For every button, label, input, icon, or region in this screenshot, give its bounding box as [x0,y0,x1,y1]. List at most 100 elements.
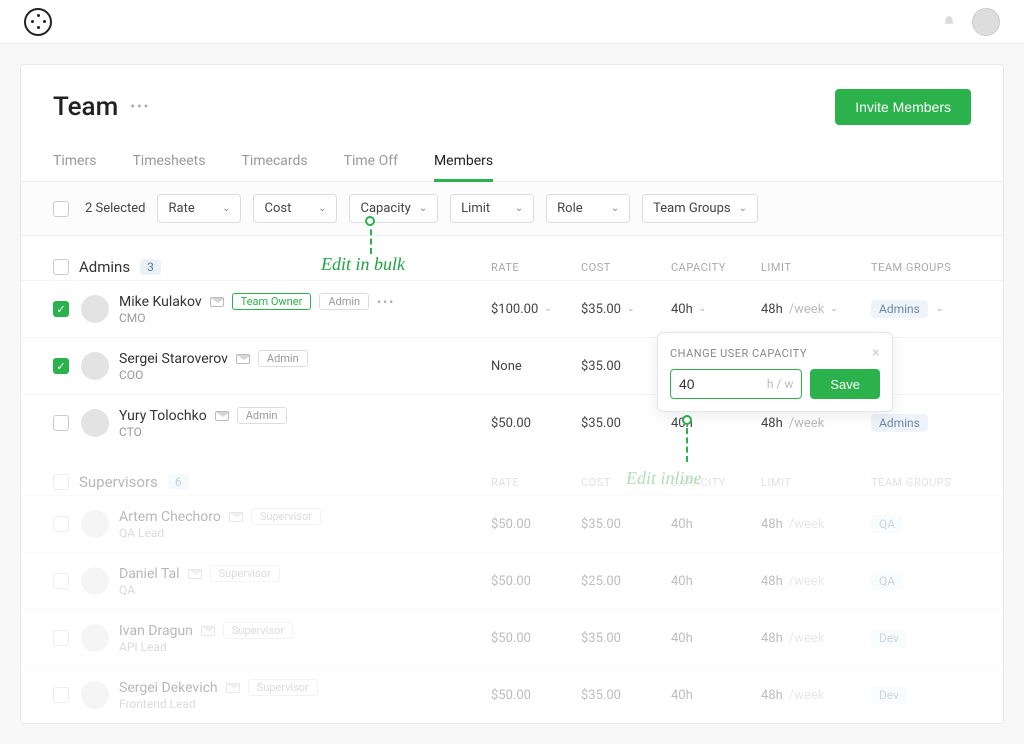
row-checkbox[interactable]: ✓ [53,301,69,317]
chevron-down-icon: ⌄ [318,203,326,214]
app-logo[interactable] [24,8,52,36]
rate-value[interactable]: $50.00 [491,574,581,589]
limit-value[interactable]: 48h/week [761,416,871,431]
member-subtitle: CTO [119,425,287,439]
more-menu-icon[interactable]: ••• [130,99,150,115]
role-tag: Supervisor [248,679,318,696]
tab-timesheets[interactable]: Timesheets [132,143,205,181]
capacity-value[interactable]: 40h [671,574,761,589]
capacity-value[interactable]: 40h⌄ [671,302,761,317]
group-checkbox[interactable] [53,259,69,275]
cost-value[interactable]: $35.00⌄ [581,302,671,317]
cost-value[interactable]: $25.00 [581,574,671,589]
tab-timers[interactable]: Timers [53,143,96,181]
teamgroup-value[interactable]: Admins [871,414,971,432]
group-count-badge: 6 [168,474,189,490]
group-checkbox[interactable] [53,474,69,490]
row-checkbox[interactable] [53,630,69,646]
member-subtitle: QA [119,583,280,597]
teamgroup-value[interactable]: Dev [871,686,971,704]
bulk-capacity-dropdown[interactable]: Capacity⌄ [349,194,438,223]
member-subtitle: CMO [119,311,395,325]
capacity-value[interactable]: 40h [671,688,761,703]
member-avatar [81,352,109,380]
capacity-popover: CHANGE USER CAPACITY × h / w Save [657,332,893,412]
close-icon[interactable]: × [872,345,880,361]
col-teamgroups: TEAM GROUPS [871,261,971,274]
col-teamgroups: TEAM GROUPS [871,476,971,489]
row-checkbox[interactable] [53,573,69,589]
bulk-limit-dropdown[interactable]: Limit⌄ [450,194,534,223]
rate-value[interactable]: $100.00⌄ [491,302,581,317]
role-tag: Supervisor [210,565,280,582]
row-checkbox[interactable]: ✓ [53,358,69,374]
capacity-value[interactable]: 40h [671,631,761,646]
member-subtitle: COO [119,368,308,382]
row-checkbox[interactable] [53,415,69,431]
tabs: Timers Timesheets Timecards Time Off Mem… [21,137,1003,182]
limit-value[interactable]: 48h/week⌄ [761,302,871,317]
row-more-icon[interactable]: ••• [377,295,395,309]
mail-icon[interactable] [188,569,202,579]
teamgroup-value[interactable]: Admins⌄ [871,300,971,318]
cost-value[interactable]: $35.00 [581,517,671,532]
group-header-admins: Admins 3 Edit in bulk RATE COST CAPACITY… [21,236,1003,280]
chevron-down-icon: ⌄ [544,304,552,314]
invite-members-button[interactable]: Invite Members [835,89,971,125]
mail-icon[interactable] [215,411,229,421]
limit-value[interactable]: 48h/week [761,574,871,589]
col-rate: RATE [491,476,581,489]
chevron-down-icon: ⌄ [830,304,838,314]
tab-timeoff[interactable]: Time Off [344,143,398,181]
row-checkbox[interactable] [53,687,69,703]
cost-value[interactable]: $35.00 [581,688,671,703]
capacity-input-wrapper: h / w [670,369,802,399]
mail-icon[interactable] [210,297,224,307]
cost-value[interactable]: $35.00 [581,416,671,431]
member-avatar [81,681,109,709]
member-name: Ivan Dragun [119,623,193,639]
capacity-input[interactable] [679,376,719,392]
bulk-filter-row: 2 Selected Rate⌄ Cost⌄ Capacity⌄ Limit⌄ … [21,182,1003,236]
row-checkbox[interactable] [53,516,69,532]
rate-value[interactable]: $50.00 [491,688,581,703]
mail-icon[interactable] [229,512,243,522]
col-cost: COST [581,476,671,489]
teamgroup-value[interactable]: QA [871,572,971,590]
member-subtitle: Frontend Lead [119,697,318,711]
rate-value[interactable]: $50.00 [491,631,581,646]
bulk-rate-dropdown[interactable]: Rate⌄ [157,194,241,223]
role-tag: Admin [258,350,308,367]
tab-members[interactable]: Members [434,143,493,182]
teamgroup-value[interactable]: Dev [871,629,971,647]
rate-value[interactable]: $50.00 [491,517,581,532]
member-avatar [81,624,109,652]
mail-icon[interactable] [201,626,215,636]
member-subtitle: QA Lead [119,526,321,540]
bulk-cost-dropdown[interactable]: Cost⌄ [253,194,337,223]
chevron-down-icon: ⌄ [627,304,635,314]
member-avatar [81,510,109,538]
mail-icon[interactable] [236,354,250,364]
chevron-down-icon: ⌄ [611,203,619,214]
select-all-checkbox[interactable] [53,201,69,217]
capacity-value[interactable]: 40h [671,517,761,532]
limit-value[interactable]: 48h/week [761,631,871,646]
limit-value[interactable]: 48h/week [761,517,871,532]
rate-value[interactable]: $50.00 [491,416,581,431]
bulk-role-dropdown[interactable]: Role⌄ [546,194,630,223]
tab-timecards[interactable]: Timecards [242,143,308,181]
cost-value[interactable]: $35.00 [581,631,671,646]
col-capacity: CAPACITY [671,261,761,274]
member-name: Artem Chechoro [119,509,221,525]
mail-icon[interactable] [226,683,240,693]
notifications-icon[interactable] [942,15,956,29]
rate-value[interactable]: None [491,359,581,374]
save-button[interactable]: Save [810,369,880,399]
member-name: Mike Kulakov [119,294,202,310]
limit-value[interactable]: 48h/week [761,688,871,703]
user-avatar[interactable] [972,8,1000,36]
bulk-teamgroups-dropdown[interactable]: Team Groups⌄ [642,194,758,223]
member-name: Daniel Tal [119,566,180,582]
teamgroup-value[interactable]: QA [871,515,971,533]
